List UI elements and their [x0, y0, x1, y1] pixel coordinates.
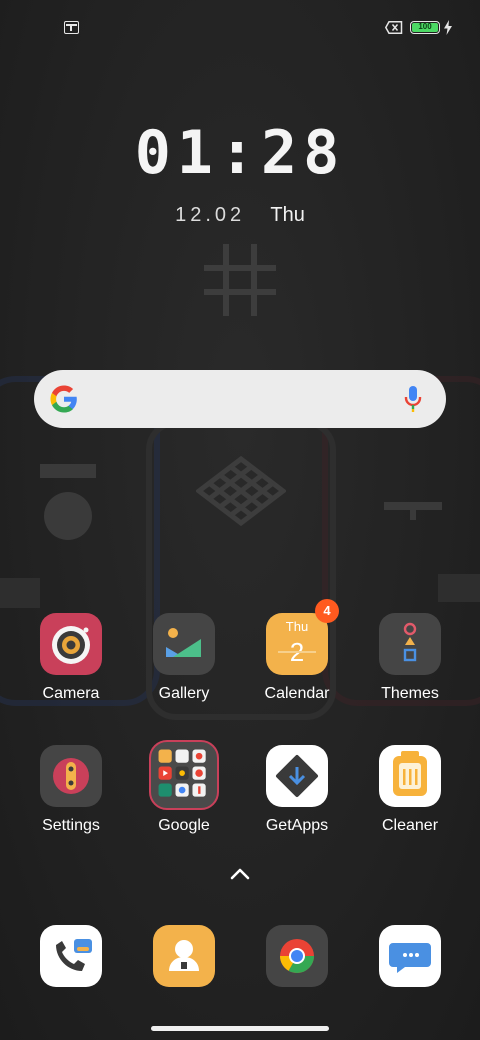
app-label: Camera — [42, 685, 100, 702]
app-gallery[interactable]: Gallery — [129, 613, 239, 713]
wallpaper-shape — [0, 578, 40, 608]
no-sim-icon — [385, 21, 403, 34]
app-google-folder[interactable]: Google — [129, 740, 239, 840]
themes-icon — [379, 613, 441, 675]
calendar-icon: Thu 2 — [266, 613, 328, 675]
battery-indicator: 100 — [410, 21, 440, 34]
google-g-icon — [50, 385, 77, 413]
app-label: GetApps — [265, 817, 329, 834]
home-screen: 100 01:28 12.02 Thu Camera Gallery Thu C… — [0, 0, 480, 1040]
gallery-icon — [153, 613, 215, 675]
app-label: Cleaner — [381, 817, 439, 834]
calendar-icon-line — [278, 651, 316, 653]
mic-icon[interactable] — [404, 385, 422, 413]
bolt-icon — [444, 20, 452, 35]
phone-icon[interactable] — [40, 925, 102, 987]
wallpaper-shape — [40, 464, 96, 478]
app-cleaner[interactable]: Cleaner — [355, 745, 465, 845]
google-folder-icon — [149, 740, 219, 810]
wallpaper-shape — [410, 506, 416, 520]
clock-date: 12.02 — [175, 204, 246, 226]
battery-level: 100 — [412, 23, 438, 32]
getapps-icon — [266, 745, 328, 807]
app-label: Themes — [381, 685, 439, 702]
screenshot-notification-icon — [64, 21, 79, 34]
chevron-up-icon[interactable] — [228, 866, 252, 882]
chrome-icon[interactable] — [266, 925, 328, 987]
home-indicator[interactable] — [151, 1026, 329, 1031]
wallpaper-knot-pattern — [196, 456, 286, 526]
app-calendar[interactable]: Thu 2 Calendar — [242, 613, 352, 713]
camera-icon — [40, 613, 102, 675]
wallpaper-shape — [44, 492, 92, 540]
app-label: Calendar — [264, 685, 330, 702]
clock-time[interactable]: 01:28 — [0, 118, 480, 188]
app-label: Google — [158, 817, 210, 834]
google-search-bar[interactable] — [34, 370, 446, 428]
cleaner-icon — [379, 745, 441, 807]
wallpaper-hash-pattern — [204, 244, 276, 316]
app-themes[interactable]: Themes — [355, 613, 465, 713]
contacts-icon[interactable] — [153, 925, 215, 987]
messages-icon[interactable] — [379, 925, 441, 987]
calendar-icon-day: Thu — [285, 619, 309, 634]
notification-badge: 4 — [315, 599, 339, 623]
clock-weekday: Thu — [270, 204, 305, 226]
app-camera[interactable]: Camera — [16, 613, 126, 713]
settings-icon — [40, 745, 102, 807]
app-label: Gallery — [158, 685, 210, 702]
app-settings[interactable]: Settings — [16, 745, 126, 845]
wallpaper-shape — [438, 574, 480, 602]
app-label: Settings — [42, 817, 100, 834]
app-getapps[interactable]: GetApps — [242, 745, 352, 845]
clock-date-row[interactable]: 12.02 Thu — [0, 204, 480, 228]
